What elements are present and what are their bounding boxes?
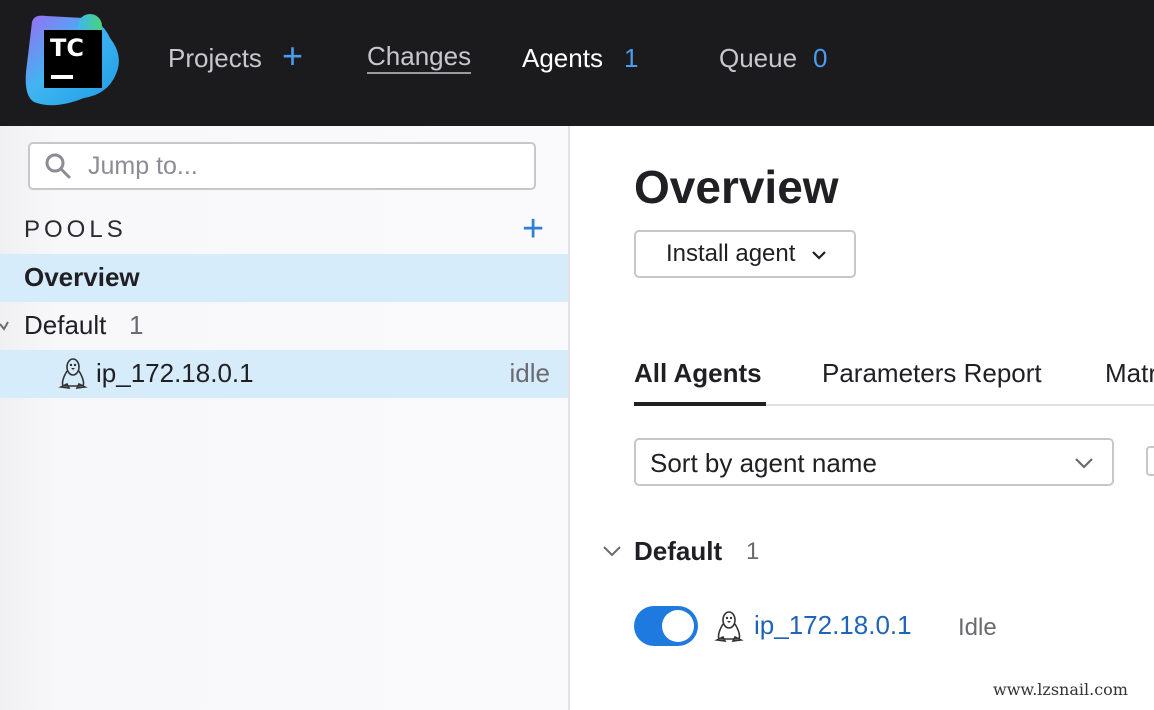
queue-count-badge[interactable]: 0 [813,40,827,76]
linux-icon [714,611,744,642]
linux-icon [58,358,88,389]
nav-changes[interactable]: Changes [367,40,472,74]
pools-sidebar: POOLS + Overview Default 1 ip_172.18.0.1… [0,126,570,710]
agent-status: Idle [958,614,997,641]
search-input[interactable] [86,148,520,184]
pool-group-name: Default [634,536,723,566]
agents-count-badge[interactable]: 1 [624,40,638,76]
pool-group-count: 1 [746,538,760,565]
logo-mark: TC [44,30,102,88]
agent-enabled-toggle[interactable] [634,606,698,646]
agent-status: idle [509,358,550,388]
tab-parameters-report[interactable]: Parameters Report [822,358,1042,389]
top-header: TC Projects + Changes Agents 1 Queue 0 [0,0,1154,126]
chevron-down-icon[interactable] [602,544,622,558]
page-title: Overview [634,161,839,213]
sort-select-value: Sort by agent name [650,448,877,478]
search-icon [45,153,71,179]
chevron-down-icon [812,251,826,260]
filter-checkbox[interactable] [1146,446,1154,476]
tab-all-agents[interactable]: All Agents [634,358,762,389]
active-tab-indicator [634,402,766,406]
teamcity-logo[interactable]: TC [24,12,124,112]
install-agent-button[interactable]: Install agent [634,230,856,278]
tab-matrix[interactable]: Matr [1105,358,1154,389]
add-pool-icon[interactable]: + [522,206,544,252]
sort-select[interactable]: Sort by agent name [634,438,1114,486]
chevron-down-icon[interactable] [0,320,10,334]
sidebar-item-default-pool[interactable]: Default 1 [0,302,568,350]
sidebar-item-label: Overview [24,262,140,292]
main-content: Overview Install agent All Agents Parame… [570,126,1154,710]
toggle-knob [662,610,694,642]
sidebar-item-label: Default [24,310,107,340]
logo-bar [51,75,73,79]
pool-agent-count: 1 [129,310,144,340]
add-project-icon[interactable]: + [282,38,303,74]
logo-text: TC [50,34,84,62]
sidebar-item-label: ip_172.18.0.1 [96,358,254,388]
nav-queue[interactable]: Queue [719,40,797,76]
nav-agents[interactable]: Agents [522,40,603,76]
watermark: www.lzsnail.com [993,680,1128,699]
agent-name-link[interactable]: ip_172.18.0.1 [754,610,912,641]
jump-to-search[interactable] [28,142,536,190]
nav-projects[interactable]: Projects [168,40,262,76]
sidebar-item-overview[interactable]: Overview [0,254,568,302]
chevron-down-icon [1075,458,1093,469]
install-agent-label: Install agent [666,240,796,267]
pools-heading: POOLS [24,216,127,243]
sidebar-item-agent[interactable]: ip_172.18.0.1 idle [0,350,568,398]
